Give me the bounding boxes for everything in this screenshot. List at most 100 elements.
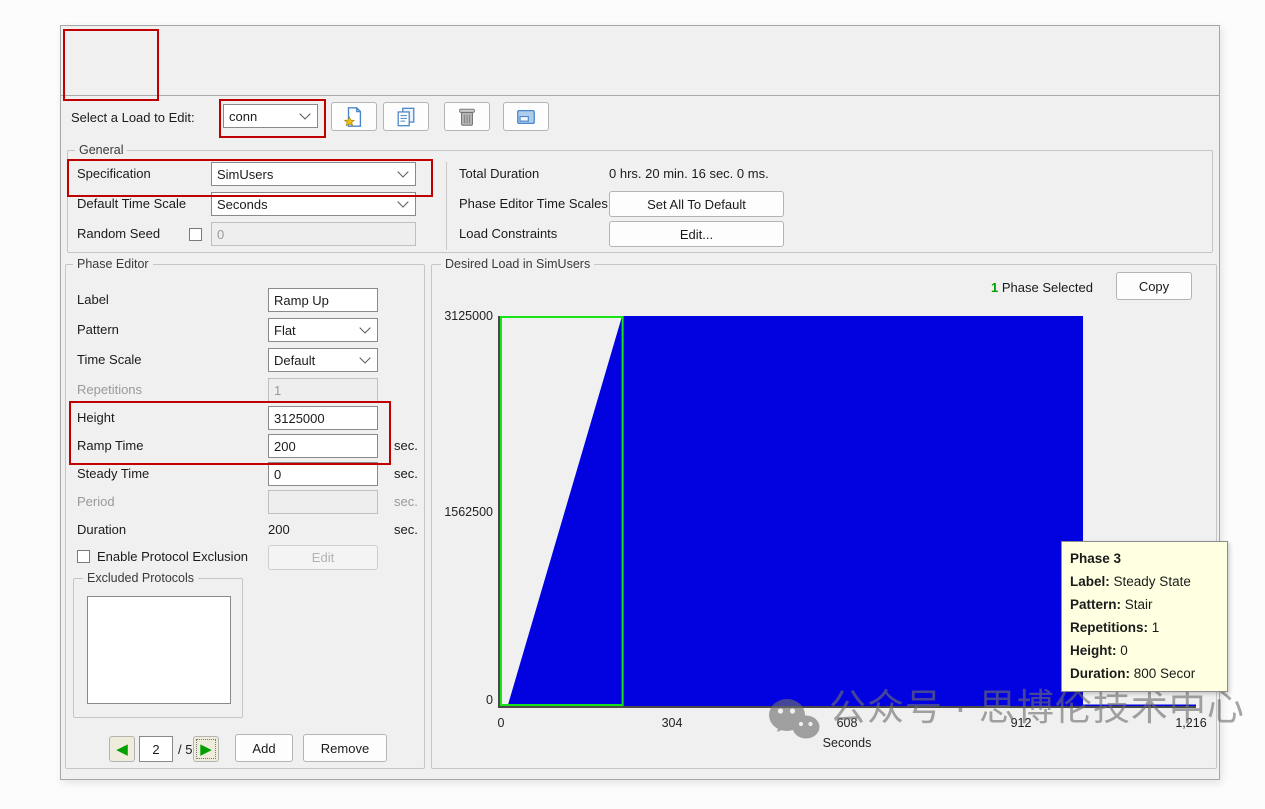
- tab-row-client-sub: Loads Actions Profiles Network Subnets P…: [65, 69, 119, 96]
- period-input: [268, 490, 378, 514]
- duration-value: 200: [268, 522, 290, 537]
- copy-documents-icon: [395, 106, 417, 128]
- copy-phase-button[interactable]: Copy: [1116, 272, 1192, 300]
- x-tick-0: 0: [498, 716, 505, 730]
- period-label: Period: [77, 494, 115, 509]
- tab-profiles-label: Profiles: [84, 70, 119, 96]
- tab-notes-label: Notes: [97, 33, 132, 59]
- excluded-protocols-title: Excluded Protocols: [83, 571, 198, 585]
- tab-esp-label: ESP: [124, 33, 159, 59]
- previous-phase-button[interactable]: ◀: [109, 736, 135, 762]
- pattern-dropdown[interactable]: Flat: [268, 318, 378, 342]
- steady-time-input[interactable]: [268, 462, 378, 486]
- add-phase-button[interactable]: Add: [235, 734, 293, 762]
- tab-run-label: Run: [106, 33, 141, 59]
- phase-selected-status: 1 Phase Selected: [991, 280, 1093, 295]
- specification-dropdown[interactable]: SimUsers: [211, 162, 416, 186]
- time-scale-label: Time Scale: [77, 352, 142, 367]
- total-duration-label: Total Duration: [459, 166, 539, 181]
- wechat-icon: [767, 696, 821, 744]
- phase-selected-text: Phase Selected: [1002, 280, 1093, 295]
- trash-icon: [456, 106, 478, 128]
- delete-load-button[interactable]: [444, 102, 490, 131]
- tab-ports-label: Ports: [111, 70, 146, 96]
- watermark: 公众号 · 思博伦技术中心: [767, 686, 1245, 744]
- excluded-protocols-list[interactable]: [87, 596, 231, 704]
- steady-time-unit: sec.: [394, 466, 418, 481]
- load-select-dropdown[interactable]: conn: [223, 104, 318, 128]
- new-document-star-icon: [343, 106, 365, 128]
- default-time-scale-label: Default Time Scale: [77, 196, 186, 211]
- repetitions-label: Repetitions: [77, 382, 142, 397]
- load-constraints-edit-button[interactable]: Edit...: [609, 221, 784, 247]
- app-window: Client Server Content Files Notes Run Re…: [60, 25, 1220, 780]
- tab-row-main: Client Server Content Files Notes Run Re…: [69, 32, 123, 59]
- tooltip-row-duration: Duration: 800 Secor: [1070, 662, 1227, 685]
- chevron-down-icon: [397, 196, 408, 207]
- tab-loads-label: Loads: [66, 70, 101, 96]
- specification-label: Specification: [77, 166, 151, 181]
- time-scale-value: Default: [274, 353, 315, 368]
- protocol-exclusion-edit-button: Edit: [268, 545, 378, 570]
- y-tick-mid: 1562500: [409, 505, 493, 519]
- tab-client-label: Client: [70, 33, 105, 59]
- remove-phase-button[interactable]: Remove: [303, 734, 387, 762]
- load-constraints-label: Load Constraints: [459, 226, 557, 241]
- y-tick-max: 3125000: [409, 309, 493, 323]
- next-phase-button[interactable]: ▶: [193, 736, 219, 762]
- phase-count-label: / 5: [178, 742, 192, 757]
- ramp-time-unit: sec.: [394, 438, 418, 453]
- left-arrow-icon: ◀: [116, 742, 128, 757]
- copy-load-button[interactable]: [383, 102, 429, 131]
- enable-protocol-exclusion-label: Enable Protocol Exclusion: [97, 549, 248, 564]
- watermark-text: 公众号 · 思博伦技术中心: [829, 686, 1245, 730]
- random-seed-input: [211, 222, 416, 246]
- phase-editor-time-scales-label: Phase Editor Time Scales: [459, 196, 608, 211]
- rename-window-icon: [515, 106, 537, 128]
- tab-content-files-label: Content Files: [88, 33, 123, 59]
- tab-subnets-label: Subnets: [102, 70, 137, 96]
- tooltip-title: Phase 3: [1070, 547, 1227, 570]
- rename-load-button[interactable]: [503, 102, 549, 131]
- steady-time-label: Steady Time: [77, 466, 149, 481]
- desired-load-group-title: Desired Load in SimUsers: [441, 257, 594, 271]
- new-load-button[interactable]: [331, 102, 377, 131]
- total-duration-value: 0 hrs. 20 min. 16 sec. 0 ms.: [609, 166, 769, 181]
- select-load-label: Select a Load to Edit:: [71, 110, 195, 125]
- default-time-scale-value: Seconds: [217, 197, 268, 212]
- right-arrow-icon: ▶: [200, 742, 212, 757]
- general-separator: [446, 162, 447, 250]
- pattern-label: Pattern: [77, 322, 119, 337]
- tab-actions-label: Actions: [75, 70, 110, 96]
- random-seed-checkbox[interactable]: [189, 228, 202, 241]
- time-scale-dropdown[interactable]: Default: [268, 348, 378, 372]
- tab-associations-label: Associations: [120, 70, 155, 96]
- tab-server-label: Server: [79, 33, 114, 59]
- random-seed-label: Random Seed: [77, 226, 160, 241]
- load-select-value: conn: [229, 109, 257, 124]
- tooltip-row-repetitions: Repetitions: 1: [1070, 616, 1227, 639]
- tooltip-row-pattern: Pattern: Stair: [1070, 593, 1227, 616]
- chevron-down-icon: [299, 108, 310, 119]
- height-label: Height: [77, 410, 115, 425]
- ramp-time-label: Ramp Time: [77, 438, 143, 453]
- pattern-value: Flat: [274, 323, 296, 338]
- repetitions-input: [268, 378, 378, 402]
- tab-network-label: Network: [93, 70, 128, 96]
- set-all-to-default-button[interactable]: Set All To Default: [609, 191, 784, 217]
- enable-protocol-exclusion-checkbox[interactable]: [77, 550, 90, 563]
- phase-tooltip: Phase 3 Label: Steady State Pattern: Sta…: [1061, 541, 1228, 692]
- tab-pane-border: [61, 95, 1219, 96]
- height-input[interactable]: [268, 406, 378, 430]
- phase-label-input[interactable]: [268, 288, 378, 312]
- tab-results-label: Results: [115, 33, 150, 59]
- duration-label: Duration: [77, 522, 126, 537]
- default-time-scale-dropdown[interactable]: Seconds: [211, 192, 416, 216]
- phase-number-input[interactable]: [139, 736, 173, 762]
- ramp-time-input[interactable]: [268, 434, 378, 458]
- screenshot-stage: Client Server Content Files Notes Run Re…: [0, 0, 1265, 809]
- chevron-down-icon: [359, 322, 370, 333]
- specification-value: SimUsers: [217, 167, 273, 182]
- duration-unit: sec.: [394, 522, 418, 537]
- x-tick-1: 304: [662, 716, 683, 730]
